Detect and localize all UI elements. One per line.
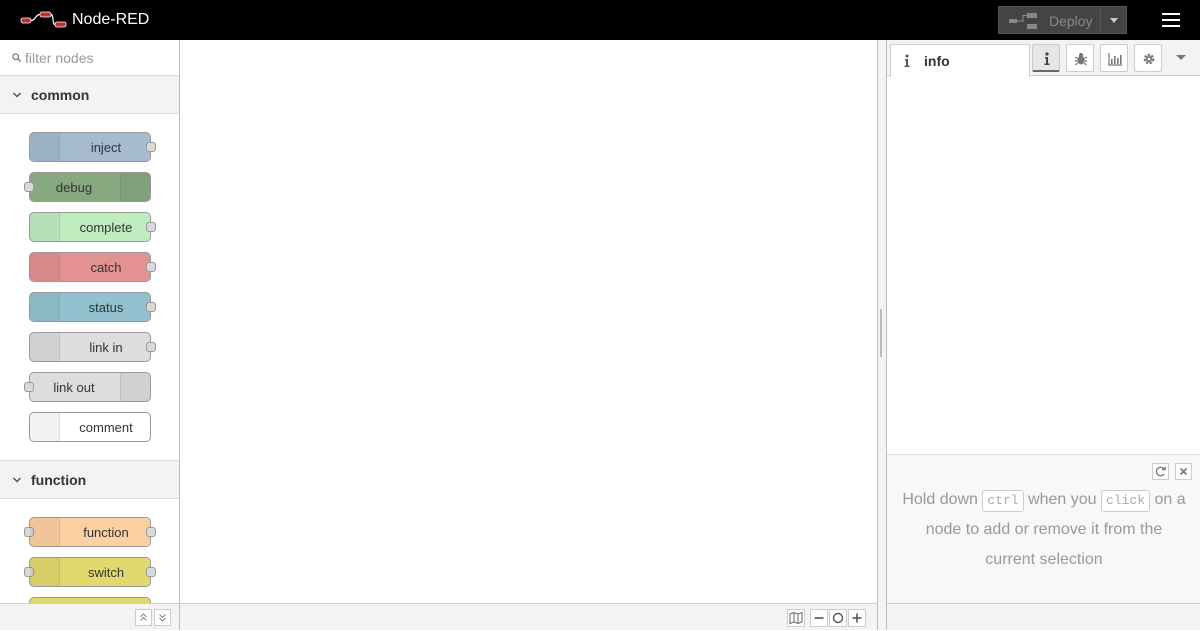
chevron-down-icon [12, 92, 22, 98]
node-red-logo-icon [20, 11, 67, 28]
category-function-header[interactable]: function [0, 461, 179, 499]
refresh-icon [1155, 466, 1166, 477]
output-port [146, 142, 156, 152]
palette-node-complete[interactable]: complete [29, 212, 156, 242]
status-icon [30, 293, 60, 321]
minus-icon [814, 617, 824, 619]
node-label: link out [53, 380, 95, 395]
tab-info-label: info [924, 53, 950, 69]
sidebar-info-button[interactable] [1032, 44, 1060, 72]
info-icon [1044, 52, 1050, 65]
collapse-all-button[interactable] [135, 609, 152, 626]
palette-footer [0, 603, 179, 630]
sidebar: info Hold down ctrl when you click on a … [886, 40, 1200, 630]
palette-node-catch[interactable]: catch [29, 252, 156, 282]
header-bar: Node-RED Deploy [0, 0, 1200, 40]
zoom-out-button[interactable] [810, 609, 828, 627]
output-port [146, 527, 156, 537]
tip-panel: Hold down ctrl when you click on a node … [887, 454, 1200, 604]
bug-icon [1074, 53, 1088, 66]
node-label: function [83, 525, 129, 540]
zoom-reset-button[interactable] [829, 609, 847, 627]
flow-canvas[interactable] [180, 40, 878, 603]
hamburger-icon [1162, 13, 1180, 15]
navigator-button[interactable] [787, 609, 805, 627]
link-out-icon [120, 373, 150, 401]
deploy-button[interactable]: Deploy [998, 6, 1127, 34]
node-label: catch [90, 260, 122, 275]
expand-all-button[interactable] [154, 609, 171, 626]
splitter-grip[interactable] [880, 309, 882, 357]
workspace [180, 40, 878, 630]
kbd-key: ctrl [982, 490, 1024, 512]
double-chevron-up-icon [140, 613, 147, 621]
node-label: switch [87, 565, 125, 580]
sidebar-menu-caret-icon[interactable] [1176, 55, 1186, 60]
palette-node-link-in[interactable]: link in [29, 332, 156, 362]
palette-node-inject[interactable]: inject [29, 132, 156, 162]
chevron-down-icon [12, 477, 22, 483]
tip-text: Hold down ctrl when you click on a node … [901, 485, 1187, 575]
double-chevron-down-icon [159, 614, 166, 622]
deploy-label: Deploy [1049, 13, 1093, 29]
main-menu-button[interactable] [1156, 6, 1186, 34]
category-common-header[interactable]: common [0, 76, 179, 114]
workspace-footer [180, 603, 878, 630]
tab-info[interactable]: info [890, 44, 1030, 77]
node-label: inject [90, 140, 122, 155]
palette-node-debug[interactable]: debug [24, 172, 151, 202]
output-port [146, 302, 156, 312]
sidebar-dashboard-button[interactable] [1100, 44, 1128, 72]
node-label: debug [55, 180, 93, 195]
sidebar-tab-bar: info [887, 40, 1200, 77]
catch-icon [30, 253, 60, 281]
node-label: link in [89, 340, 123, 355]
palette-node-switch[interactable]: switch [24, 557, 156, 587]
app-title: Node-RED [72, 11, 150, 28]
bar-chart-icon [1108, 53, 1122, 66]
category-label: common [31, 87, 90, 103]
gear-icon [1143, 53, 1155, 65]
node-palette: common inject debug complete catch statu… [0, 40, 180, 630]
sidebar-config-button[interactable] [1134, 44, 1162, 72]
palette-filter [0, 40, 179, 76]
tip-text-part: Hold down [902, 491, 978, 508]
comment-icon [30, 413, 60, 441]
caret-down-icon [1110, 18, 1118, 23]
switch-icon [30, 558, 60, 586]
kbd-key: click [1101, 490, 1151, 512]
node-label: comment [79, 420, 133, 435]
debug-icon [120, 173, 150, 201]
output-port [146, 222, 156, 232]
deploy-options-button[interactable] [1100, 7, 1126, 33]
next-tip-button[interactable] [1152, 463, 1169, 480]
palette-node-function[interactable]: function [24, 517, 156, 547]
search-icon [12, 53, 21, 62]
node-label: complete [79, 220, 133, 235]
link-in-icon [30, 333, 60, 361]
map-icon [789, 611, 803, 625]
tip-text-part: when you [1028, 491, 1097, 508]
node-label: status [88, 300, 124, 315]
plus-icon [852, 613, 862, 623]
sidebar-debug-button[interactable] [1066, 44, 1094, 72]
zoom-in-button[interactable] [848, 609, 866, 627]
palette-node-link-out[interactable]: link out [24, 372, 151, 402]
palette-node-status[interactable]: status [29, 292, 156, 322]
category-label: function [31, 472, 87, 488]
inject-icon [30, 133, 60, 161]
palette-node-comment[interactable]: comment [29, 412, 151, 442]
circle-icon [832, 612, 844, 624]
complete-icon [30, 213, 60, 241]
deploy-icon [1009, 13, 1037, 29]
output-port [146, 262, 156, 272]
function-icon [30, 518, 60, 546]
output-port [146, 567, 156, 577]
info-icon [904, 54, 910, 67]
close-icon [1179, 467, 1188, 476]
sidebar-footer [887, 603, 1200, 630]
filter-nodes-input[interactable] [25, 49, 165, 67]
output-port [146, 342, 156, 352]
close-tip-button[interactable] [1175, 463, 1192, 480]
